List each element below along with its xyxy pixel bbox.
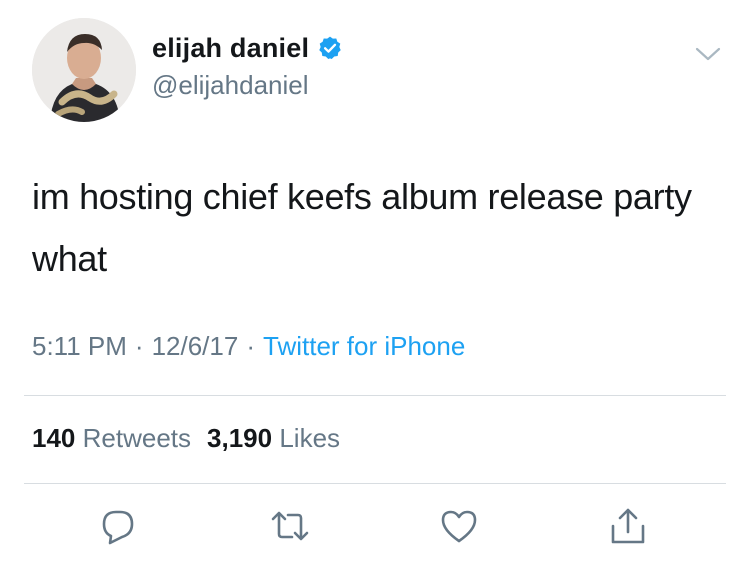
avatar[interactable]	[32, 18, 136, 122]
retweet-button[interactable]	[268, 504, 312, 548]
retweets-label: Retweets	[82, 423, 192, 453]
tweet-source-link[interactable]: Twitter for iPhone	[263, 331, 465, 361]
retweets-count: 140	[32, 423, 76, 453]
meta-separator: ·	[134, 331, 144, 361]
divider	[24, 483, 726, 484]
action-bar	[0, 500, 750, 550]
tweet-date: 12/6/17	[151, 331, 239, 361]
likes-count: 3,190	[207, 423, 273, 453]
display-name[interactable]: elijah daniel	[152, 33, 309, 64]
retweet-icon	[268, 504, 312, 548]
reply-icon	[96, 504, 140, 548]
name-row: elijah daniel	[152, 30, 343, 66]
tweet-stats: 140 Retweets 3,190 Likes	[32, 418, 356, 458]
avatar-image	[32, 18, 136, 122]
share-button[interactable]	[606, 504, 650, 548]
heart-icon	[437, 504, 481, 548]
handle[interactable]: @elijahdaniel	[152, 68, 343, 102]
meta-separator: ·	[246, 331, 255, 361]
likes-stat[interactable]: 3,190 Likes	[207, 423, 340, 453]
verified-badge-icon	[317, 35, 343, 61]
reply-button[interactable]	[96, 504, 140, 548]
divider	[24, 395, 726, 396]
share-icon	[606, 504, 650, 548]
tweet-meta: 5:11 PM · 12/6/17 · Twitter for iPhone	[32, 326, 465, 366]
tweet-time: 5:11 PM	[32, 331, 127, 361]
like-button[interactable]	[437, 504, 481, 548]
likes-label: Likes	[279, 423, 341, 453]
tweet-text: im hosting chief keefs album release par…	[32, 176, 692, 279]
retweets-stat[interactable]: 140 Retweets	[32, 423, 191, 453]
chevron-down-icon[interactable]	[692, 42, 724, 66]
author-info[interactable]: elijah daniel @elijahdaniel	[152, 30, 343, 102]
